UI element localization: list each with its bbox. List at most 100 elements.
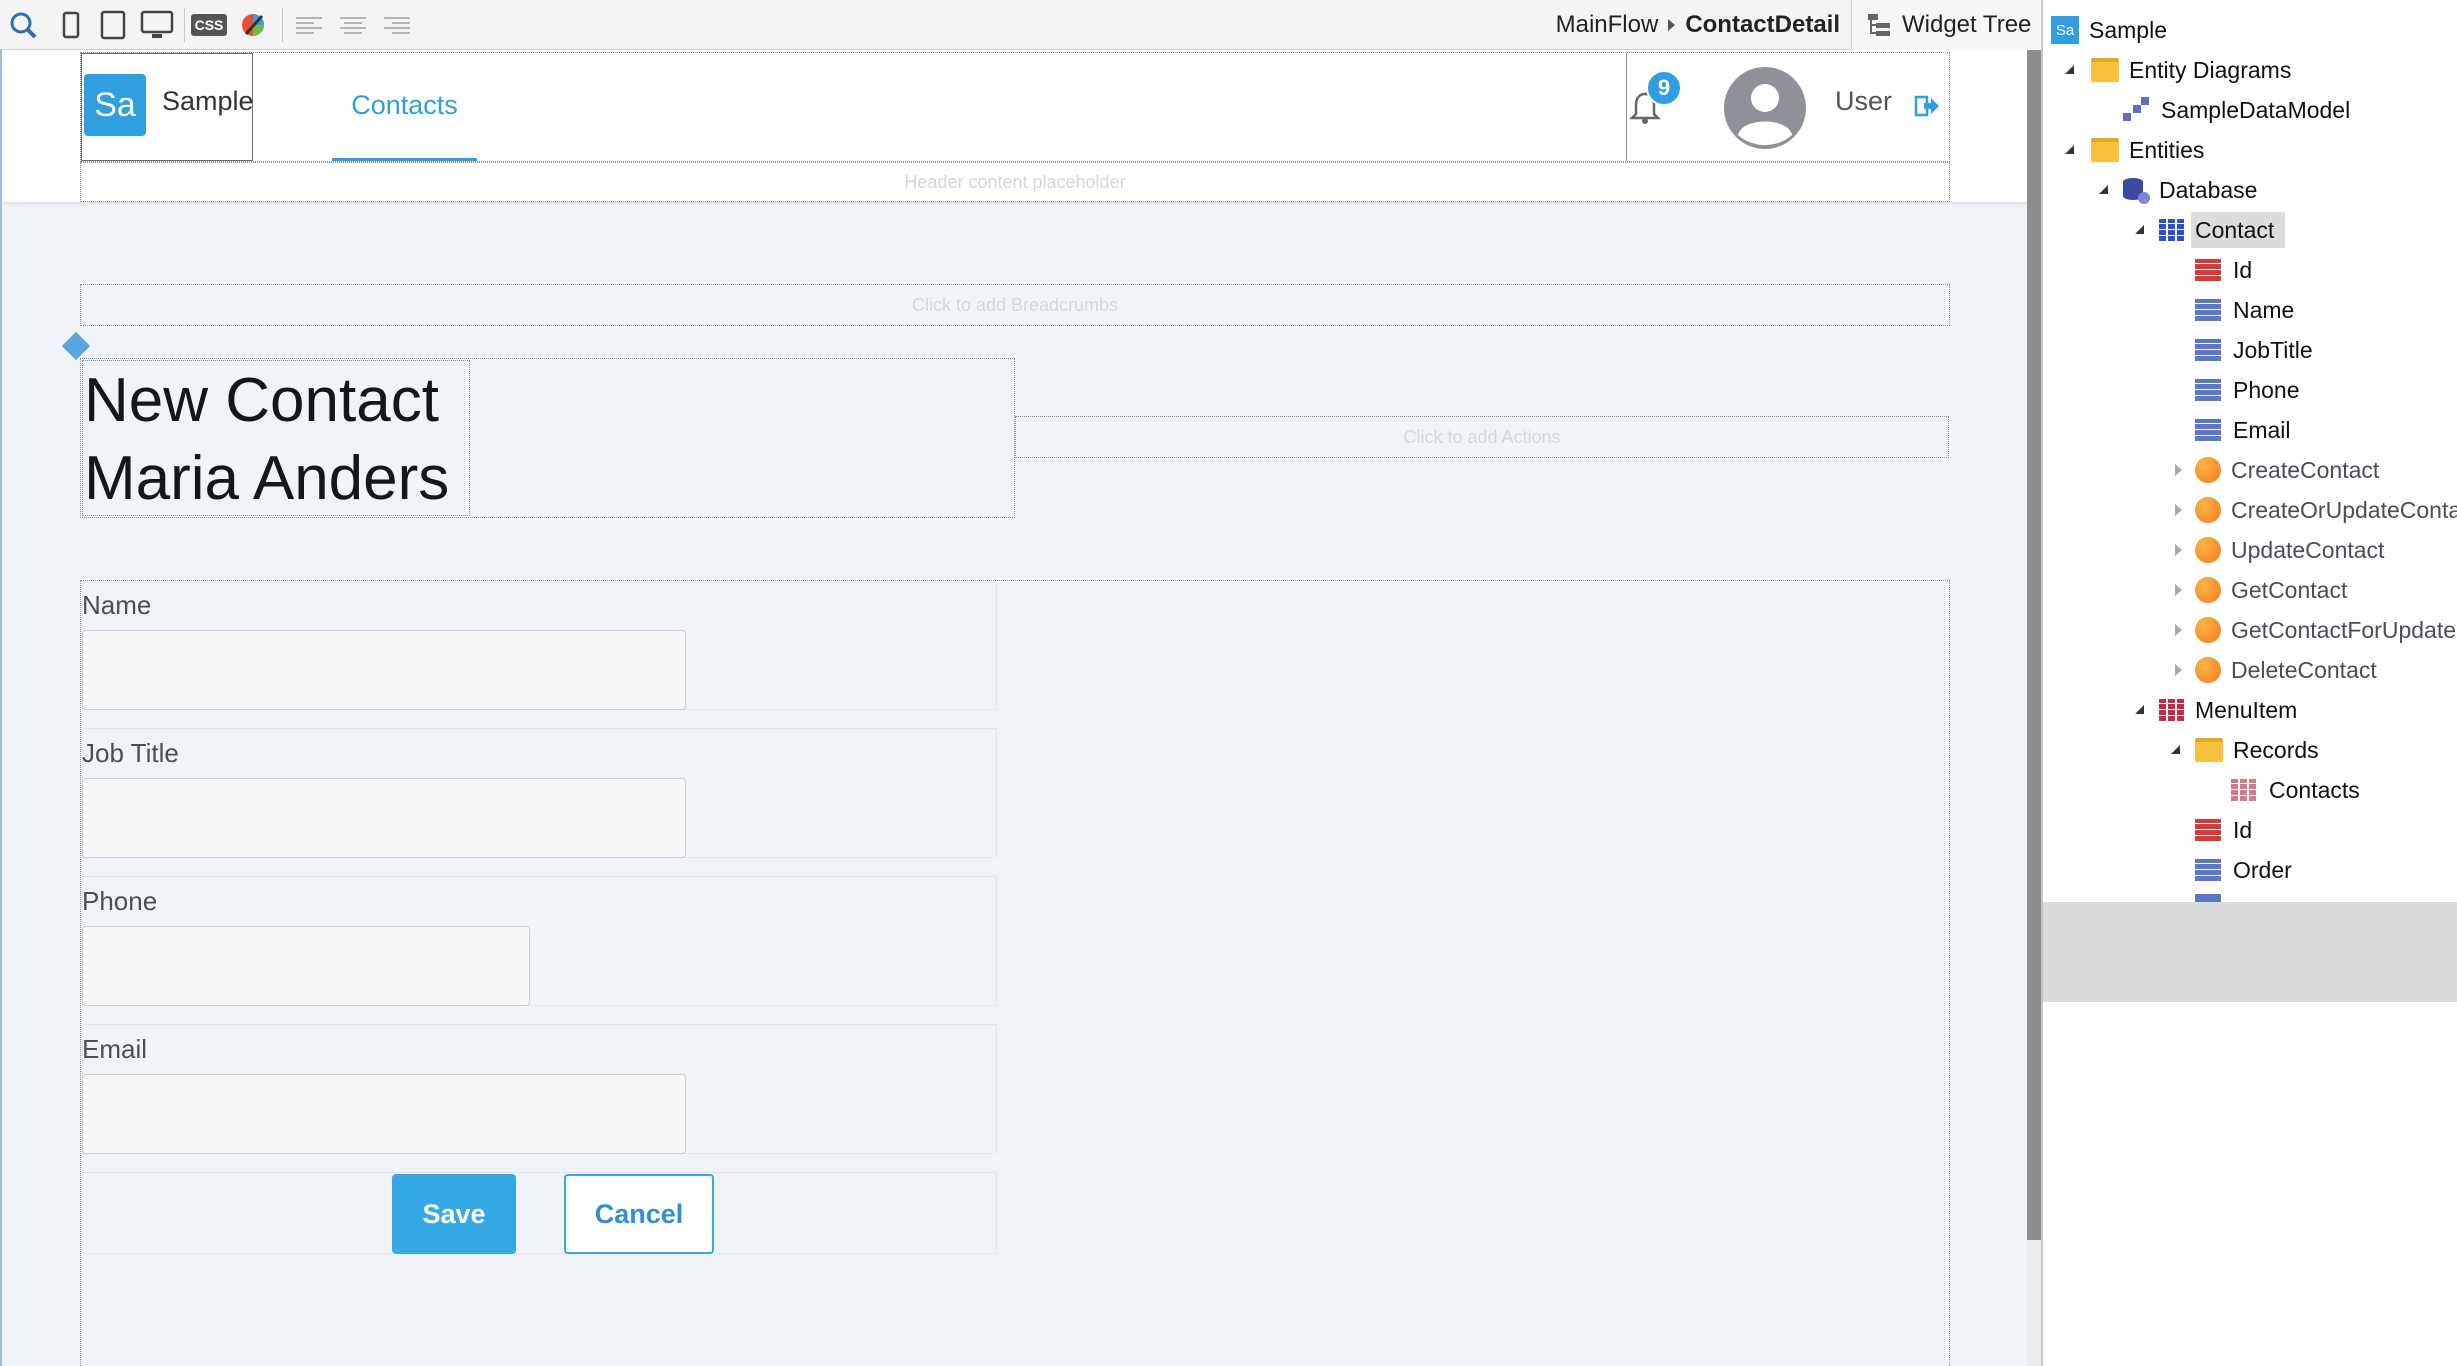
canvas-scrollbar-thumb[interactable] [2027,50,2041,1240]
tree-label: Contact [2195,216,2275,243]
user-avatar-icon[interactable] [1724,67,1806,149]
tree-label: UpdateContact [2231,536,2385,563]
name-input[interactable] [82,630,686,710]
phone-input[interactable] [82,926,530,1006]
expand-arrow-icon[interactable] [2065,145,2074,154]
tree-attr-id[interactable]: Id [2195,251,2252,289]
tree-records[interactable]: Records [2171,731,2319,769]
entity-action-icon [2195,617,2221,643]
identifier-attribute-icon [2195,819,2221,841]
tree-action-deletecontact[interactable]: DeleteContact [2175,651,2377,689]
tree-attr-jobtitle[interactable]: JobTitle [2195,331,2313,369]
logout-icon[interactable] [1914,94,1940,118]
tree-menuitem-attr-id[interactable]: Id [2195,811,2252,849]
tree-action-createcontact[interactable]: CreateContact [2175,451,2379,489]
phone-label: Phone [82,886,158,916]
email-label: Email [82,1034,148,1064]
preview-zoom-icon[interactable] [6,9,40,41]
tree-action-getcontactforupdate[interactable]: GetContactForUpdate [2175,611,2456,649]
page-title-line1: New Contact [84,366,439,435]
menu-item-contacts[interactable]: Contacts [332,53,477,161]
attribute-icon [2195,419,2221,441]
properties-panel-divider[interactable] [2043,902,2457,1002]
identifier-attribute-icon [2195,259,2221,281]
folder-icon [2195,738,2223,762]
tree-label: Contacts [2269,776,2360,803]
app-logo: Sa [84,74,146,136]
tree-action-createorupdatecontact[interactable]: CreateOrUpdateContact [2175,491,2457,529]
folder-icon [2091,58,2119,82]
actions-placeholder[interactable]: Click to add Actions [1015,416,1949,458]
align-left-icon[interactable] [296,14,322,36]
elements-tree: Sa Sample Entity Diagrams SampleDataMode… [2043,0,2457,902]
tree-label: Database [2159,176,2258,203]
tree-attr-email[interactable]: Email [2195,411,2291,449]
align-center-icon[interactable] [340,14,366,36]
tree-label: DeleteContact [2231,656,2377,683]
email-input[interactable] [82,1074,686,1154]
tree-label: GetContact [2231,576,2348,603]
entity-action-icon [2195,497,2221,523]
tree-record-contacts[interactable]: Contacts [2231,771,2360,809]
diagram-icon [2123,97,2149,121]
attribute-icon [2195,299,2221,321]
tree-label: CreateContact [2231,456,2380,483]
expand-arrow-icon[interactable] [2065,65,2074,74]
tree-label: Entity Diagrams [2129,56,2292,83]
expand-arrow-icon[interactable] [2099,185,2108,194]
screen-canvas: Sa Sample Contacts 9 User Header content… [0,50,2027,1366]
header-content-placeholder[interactable]: Header content placeholder [80,162,1950,202]
expand-arrow-icon[interactable] [2135,705,2144,714]
widget-tree-button[interactable]: Widget Tree [1851,0,2040,50]
tree-menuitem-attr-order[interactable]: Order [2195,851,2292,889]
tree-label: Phone [2233,376,2300,403]
collapsed-arrow-icon[interactable] [2175,664,2182,676]
tree-attr-name[interactable]: Name [2195,291,2294,329]
tree-label: SampleDataModel [2161,96,2351,123]
tree-label: CreateOrUpdateContact [2231,496,2457,523]
folder-icon [2091,138,2119,162]
breadcrumb-flow[interactable]: MainFlow [1556,11,1659,39]
tree-database[interactable]: Database [2099,171,2257,209]
save-button[interactable]: Save [392,1174,516,1254]
tree-label: Id [2233,256,2253,283]
tree-attr-phone[interactable]: Phone [2195,371,2300,409]
page-title-line2: Maria Anders [84,444,450,513]
collapsed-arrow-icon[interactable] [2175,624,2182,636]
tree-label: Order [2233,856,2292,883]
toolbar: CSS MainFlow ContactDetail Widget Tree [0,0,2040,50]
cancel-button[interactable]: Cancel [564,1174,714,1254]
tree-entity-diagrams[interactable]: Entity Diagrams [2065,51,2291,89]
expand-arrow-icon[interactable] [2135,225,2144,234]
tree-action-getcontact[interactable]: GetContact [2175,571,2347,609]
collapsed-arrow-icon[interactable] [2175,544,2182,556]
tree-entity-contact[interactable]: Contact [2135,211,2274,249]
breadcrumb-screen[interactable]: ContactDetail [1685,11,1840,39]
tree-label: Name [2233,296,2295,323]
tree-label: Id [2233,816,2253,843]
desktop-preview-icon[interactable] [140,9,174,41]
selection-anchor-icon[interactable] [61,331,91,361]
tree-root-sample[interactable]: Sa Sample [2051,11,2167,49]
tree-action-updatecontact[interactable]: UpdateContact [2175,531,2384,569]
collapsed-arrow-icon[interactable] [2175,504,2182,516]
collapsed-arrow-icon[interactable] [2175,464,2182,476]
app-icon: Sa [2051,16,2079,44]
align-right-icon[interactable] [384,14,410,36]
tree-data-model[interactable]: SampleDataModel [2121,91,2350,129]
theme-palette-icon[interactable] [236,9,270,41]
phone-preview-icon[interactable] [54,9,88,41]
screen-breadcrumb: MainFlow ContactDetail [1556,0,1840,50]
collapsed-arrow-icon[interactable] [2175,584,2182,596]
job-title-input[interactable] [82,778,686,858]
tree-entities[interactable]: Entities [2065,131,2204,169]
expand-arrow-icon[interactable] [2171,745,2180,754]
user-name: User [1835,86,1893,116]
breadcrumb-arrow-icon [1668,19,1676,31]
css-icon[interactable]: CSS [190,9,228,41]
tree-entity-menuitem[interactable]: MenuItem [2135,691,2297,729]
breadcrumbs-placeholder[interactable]: Click to add Breadcrumbs [80,284,1950,326]
notification-badge: 9 [1646,70,1682,106]
attribute-icon [2195,379,2221,401]
tablet-preview-icon[interactable] [96,9,130,41]
